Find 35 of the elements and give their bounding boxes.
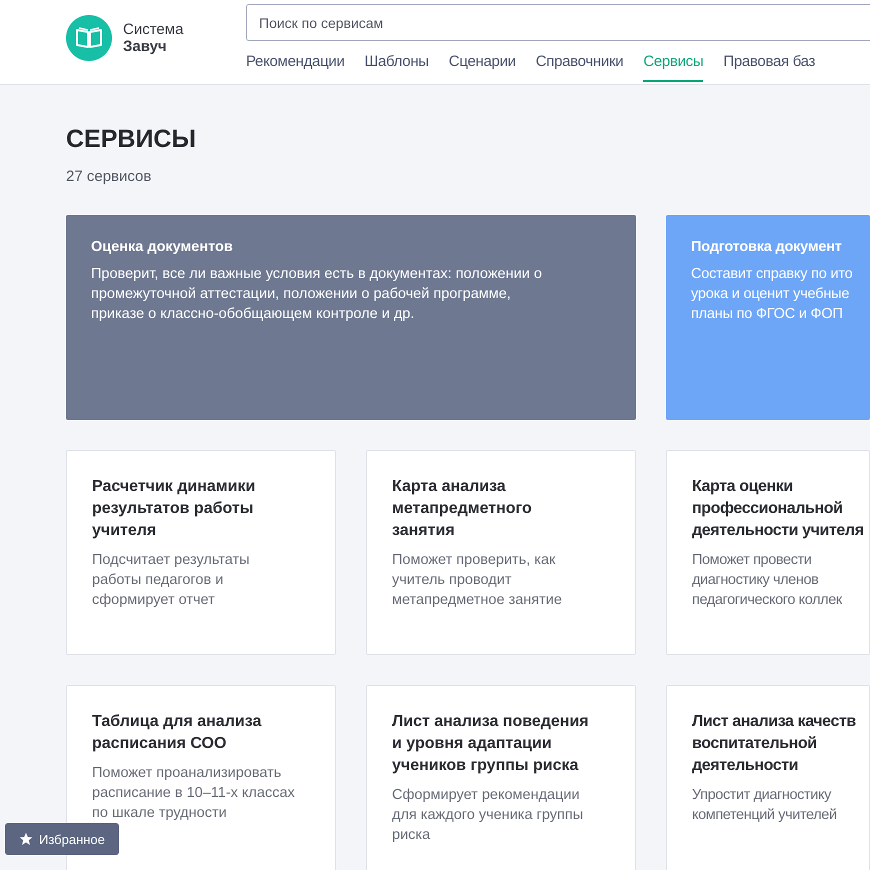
feature-card[interactable]: Оценка документов Проверит, все ли важные условия есть в документах: положении о промежуточной аттестации, положении о рабочей программе, приказе о классно-обобщающем контроле и др. <box>66 215 636 420</box>
card-description: Сформирует рекомендации для каждого ученика группы риска <box>392 786 584 845</box>
card-title: Оценка документов <box>91 239 234 255</box>
nav-tab[interactable]: Шаблоны <box>364 53 429 82</box>
card-description: Проверит, все ли важные условия есть в документах: положении о промежуточной аттестации, положении о рабочей программе, приказе о классно-обобщающем контроле и др. <box>91 265 543 324</box>
card-description: Упростит диагностику компетенций учителей <box>692 786 838 825</box>
star-icon <box>19 832 33 846</box>
service-card[interactable]: Карта анализа метапредметного занятия Поможет проверить, как учитель проводит метапредметное занятие <box>366 450 636 655</box>
card-description: Поможет проверить, как учитель проводит метапредметное занятие <box>392 551 563 610</box>
card-title: Подготовка документ <box>691 239 843 255</box>
page-title: СЕРВИСЫ <box>66 125 197 154</box>
favorites-button[interactable]: Избранное <box>5 823 119 855</box>
card-title: Лист анализа поведения и уровня адаптации учеников группы риска <box>392 712 590 776</box>
card-title: Лист анализа качеств воспитательной деятельности <box>692 712 857 776</box>
card-title: Таблица для анализа расписания СОО <box>92 712 262 754</box>
card-description: Подсчитает результаты работы педагогов и сформирует отчет <box>92 551 251 610</box>
nav-tab[interactable]: Сценарии <box>448 53 516 82</box>
card-title: Карта анализа метапредметного занятия <box>392 477 533 541</box>
card-description: Составит справку по ито урока и оценит учебные планы по ФГОС и ФОП <box>691 265 854 324</box>
service-card[interactable]: Лист анализа поведения и уровня адаптации учеников группы риска Сформирует рекомендации для каждого ученика группы риска <box>366 685 636 870</box>
services-count: 27 сервисов <box>66 168 152 185</box>
card-description: Поможет провести диагностику членов педагогического коллек <box>692 551 844 610</box>
service-card[interactable]: Лист анализа качеств воспитательной деятельности Упростит диагностику компетенций учителей <box>666 685 870 870</box>
card-title: Карта оценки профессиональной деятельности учителя <box>692 477 865 541</box>
book-logo-icon[interactable] <box>66 15 112 61</box>
search-field[interactable]: Поиск по сервисам <box>246 4 870 41</box>
card-title: Расчетчик динамики результатов работы учителя <box>92 477 256 541</box>
logo-text: Завуч <box>123 38 168 55</box>
card-description: Поможет проанализировать расписание в 10–11-х классах по шкале трудности <box>92 764 296 823</box>
service-card[interactable]: Карта оценки профессиональной деятельности учителя Поможет провести диагностику членов педагогического коллек <box>666 450 870 655</box>
logo-text: Система <box>123 21 184 38</box>
nav-tab[interactable]: Правовая баз <box>723 53 816 82</box>
nav-tab[interactable]: Рекомендации <box>246 53 345 82</box>
nav-tab[interactable]: Справочники <box>536 53 624 82</box>
service-card[interactable]: Расчетчик динамики результатов работы учителя Подсчитает результаты работы педагогов и сформирует отчет <box>66 450 336 655</box>
